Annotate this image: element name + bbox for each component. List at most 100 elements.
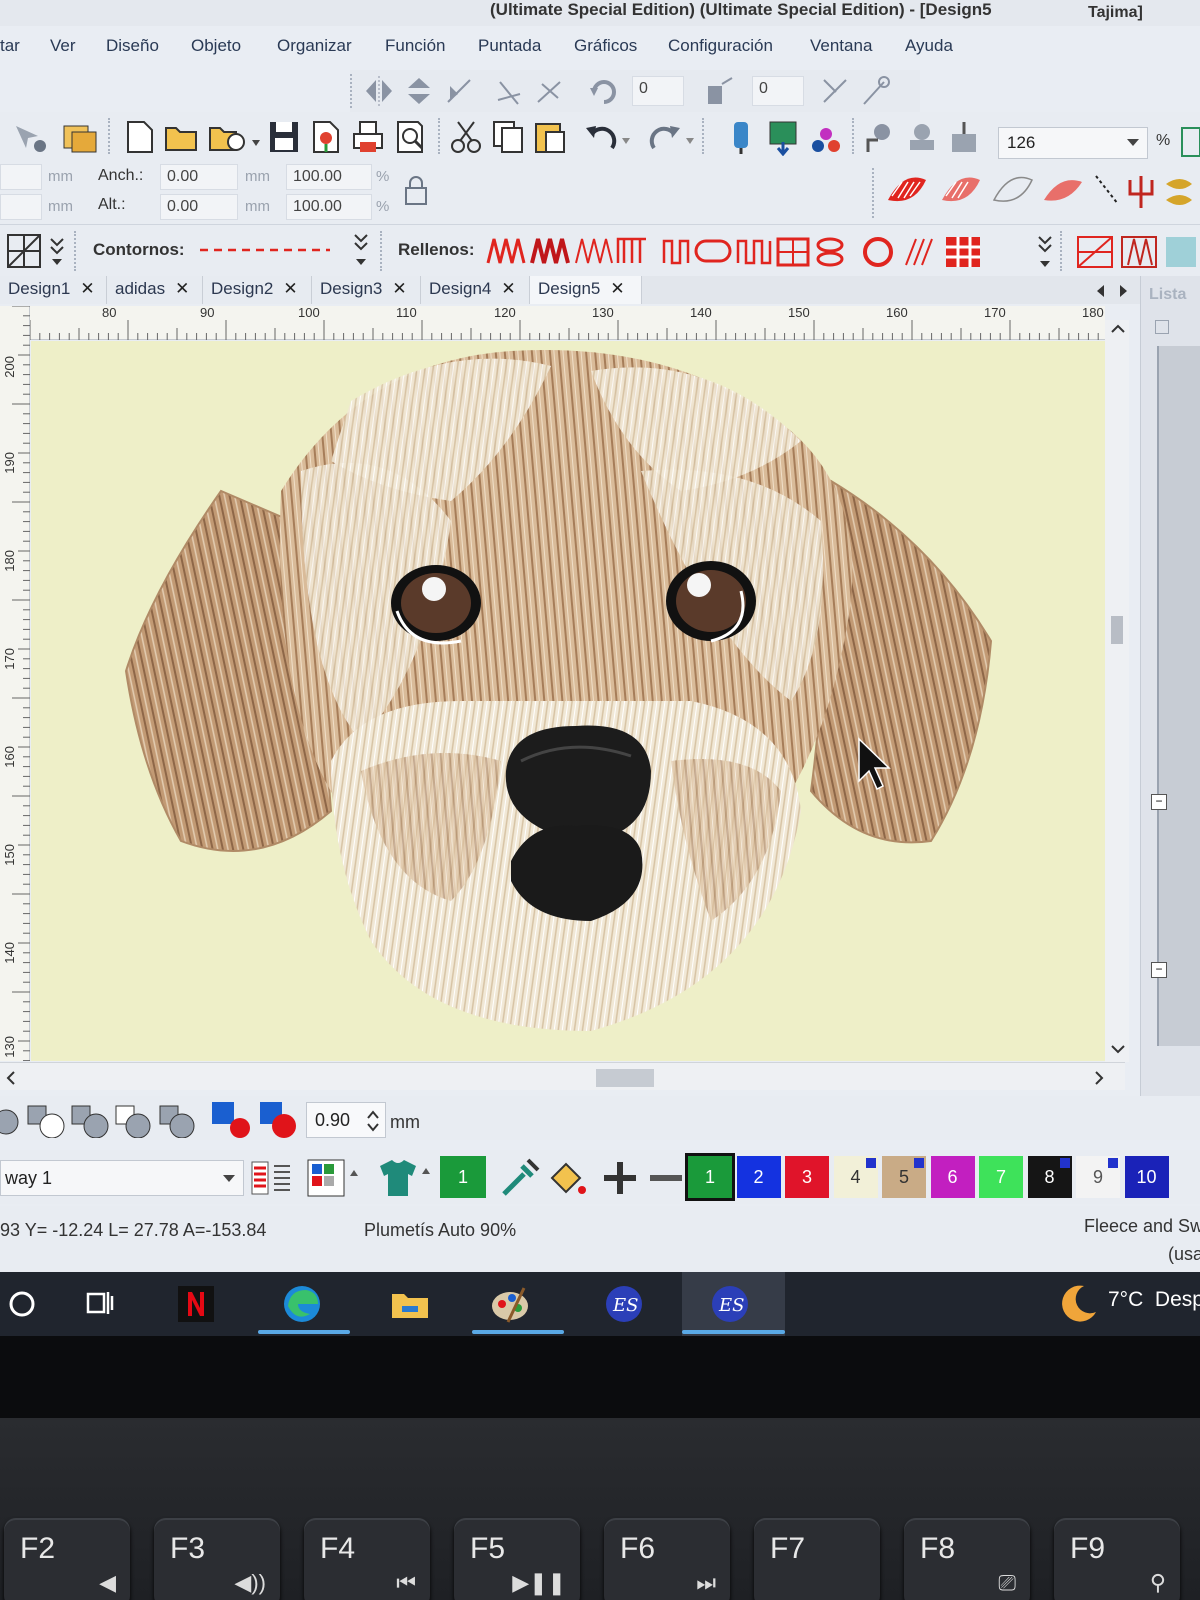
node-edit-icon[interactable] xyxy=(818,74,852,108)
close-icon[interactable]: ✕ xyxy=(610,279,624,299)
spinner-arrows-icon[interactable] xyxy=(367,1109,379,1133)
close-icon[interactable]: ✕ xyxy=(175,279,189,299)
file-explorer-icon[interactable] xyxy=(388,1282,432,1326)
collapse-icon[interactable]: − xyxy=(1151,962,1167,978)
select-objects-icon[interactable] xyxy=(10,118,50,156)
thread-swatch[interactable]: 1 xyxy=(685,1153,735,1201)
menu-object[interactable]: Objeto xyxy=(191,36,241,56)
skew-angle-field[interactable]: 0 xyxy=(752,76,804,106)
chevron-down-icon[interactable] xyxy=(1111,1044,1125,1054)
menu-graphics[interactable]: Gráficos xyxy=(574,36,637,56)
tab-design5[interactable]: Design5 ✕ xyxy=(530,276,642,304)
chevron-right-icon[interactable] xyxy=(1094,1071,1104,1085)
close-icon[interactable]: ✕ xyxy=(501,279,515,299)
rotate-left-icon[interactable] xyxy=(492,74,526,108)
redo-icon[interactable] xyxy=(646,118,696,156)
add-color-icon[interactable] xyxy=(600,1158,640,1198)
outline-style-preview[interactable] xyxy=(200,245,330,255)
satin-stitch-icon[interactable] xyxy=(884,170,930,210)
tab-design2[interactable]: Design2 ✕ xyxy=(203,276,312,304)
key-f9[interactable]: F9 ⚲ xyxy=(1054,1518,1180,1600)
chevron-down-icon[interactable] xyxy=(48,235,66,267)
thread-swatch[interactable]: 3 xyxy=(785,1156,829,1198)
tab-design1[interactable]: Design1 ✕ xyxy=(0,276,107,304)
task-view-icon[interactable] xyxy=(78,1282,122,1326)
menu-help[interactable]: Ayuda xyxy=(905,36,953,56)
embroidery-app-active-icon[interactable]: ES xyxy=(708,1282,752,1326)
boolean-shapes-icons[interactable] xyxy=(0,1100,200,1138)
rotate-angle-field[interactable]: 0 xyxy=(632,76,684,106)
collapse-icon[interactable]: − xyxy=(1151,794,1167,810)
new-file-icon[interactable] xyxy=(122,118,156,156)
mirror-vertical-icon[interactable] xyxy=(402,74,436,108)
embroidery-app-icon[interactable]: ES xyxy=(602,1282,646,1326)
chevron-down-icon[interactable] xyxy=(1127,139,1139,146)
machine-icon[interactable] xyxy=(904,118,940,156)
trident-icon[interactable] xyxy=(1124,170,1158,210)
menu-stitch[interactable]: Puntada xyxy=(478,36,541,56)
stitch-width-stepper[interactable]: 0.90 xyxy=(306,1102,386,1138)
thread-swatch[interactable]: 9 xyxy=(1076,1156,1120,1198)
menu-arrange[interactable]: Organizar xyxy=(277,36,352,56)
height-field[interactable]: 0.00 xyxy=(160,194,238,220)
current-color-swatch[interactable]: 1 xyxy=(440,1156,486,1198)
copy-icon[interactable] xyxy=(490,118,526,156)
extra-fill-patterns[interactable] xyxy=(1074,231,1200,271)
chevron-down-icon[interactable] xyxy=(223,1175,235,1182)
menu-file[interactable]: tar xyxy=(0,36,20,56)
cut-icon[interactable] xyxy=(448,118,484,156)
thread-swatch[interactable]: 4 xyxy=(833,1156,878,1198)
key-f7[interactable]: F7 xyxy=(754,1518,880,1600)
search-circle-icon[interactable] xyxy=(0,1282,44,1326)
key-f2[interactable]: F2 ◀ xyxy=(4,1518,130,1600)
paint-app-icon[interactable] xyxy=(488,1282,532,1326)
tab-design3[interactable]: Design3 ✕ xyxy=(312,276,421,304)
lock-proportions-icon[interactable] xyxy=(402,176,430,206)
close-icon[interactable]: ✕ xyxy=(80,279,94,299)
sew-out-icon[interactable] xyxy=(862,118,898,156)
color-shapes-icons[interactable] xyxy=(210,1100,300,1138)
undo-icon[interactable] xyxy=(582,118,632,156)
color-palette-icon[interactable] xyxy=(306,1158,368,1198)
thread-swatch[interactable]: 7 xyxy=(979,1156,1023,1198)
thread-swatch[interactable]: 6 xyxy=(930,1156,975,1198)
y-position-field[interactable] xyxy=(0,194,42,220)
rotate-angle-icon[interactable] xyxy=(586,74,620,108)
fancy-fill-icon[interactable] xyxy=(1040,170,1086,210)
panel-collapse-icon[interactable] xyxy=(1155,320,1169,334)
thread-swatch[interactable]: 10 xyxy=(1124,1156,1169,1198)
scroll-thumb[interactable] xyxy=(596,1069,654,1087)
manual-stitch-icon[interactable] xyxy=(1092,170,1122,210)
tab-adidas[interactable]: adidas ✕ xyxy=(107,276,203,304)
menu-function[interactable]: Función xyxy=(385,36,445,56)
fish-icon[interactable] xyxy=(1160,170,1200,210)
skew-icon[interactable] xyxy=(702,74,736,108)
import-image-icon[interactable] xyxy=(766,118,802,156)
key-f5[interactable]: F5 ▶❚❚ xyxy=(454,1518,580,1600)
key-f4[interactable]: F4 ⏮ xyxy=(304,1518,430,1600)
key-f8[interactable]: F8 ⎚ xyxy=(904,1518,1030,1600)
stitch-player-icon[interactable] xyxy=(724,118,760,156)
tab-scroll-arrows[interactable] xyxy=(1094,284,1130,298)
menu-view[interactable]: Ver xyxy=(50,36,76,56)
chevron-down-icon[interactable] xyxy=(1036,233,1054,271)
mirror-line-icon[interactable] xyxy=(442,74,476,108)
thread-colors-icon[interactable] xyxy=(808,118,844,156)
step-fill-icon[interactable] xyxy=(938,170,984,210)
colorway-select[interactable]: way 1 xyxy=(0,1160,244,1196)
open-folder-icon[interactable] xyxy=(162,118,202,156)
dog-embroidery-design[interactable] xyxy=(31,341,1105,1061)
thread-swatch[interactable]: 8 xyxy=(1027,1156,1072,1198)
horizontal-scrollbar[interactable] xyxy=(0,1062,1125,1090)
vertical-scrollbar[interactable] xyxy=(1105,320,1129,1062)
remove-color-icon[interactable] xyxy=(646,1158,686,1198)
print-icon[interactable] xyxy=(350,118,386,156)
save-icon[interactable] xyxy=(266,118,302,156)
thread-list-icon[interactable] xyxy=(250,1158,298,1198)
edge-icon[interactable] xyxy=(280,1282,324,1326)
panel-list-area[interactable] xyxy=(1157,346,1200,1046)
netflix-icon[interactable] xyxy=(174,1282,218,1326)
key-f3[interactable]: F3 ◀)) xyxy=(154,1518,280,1600)
menu-design[interactable]: Diseño xyxy=(106,36,159,56)
scroll-thumb[interactable] xyxy=(1111,616,1123,644)
